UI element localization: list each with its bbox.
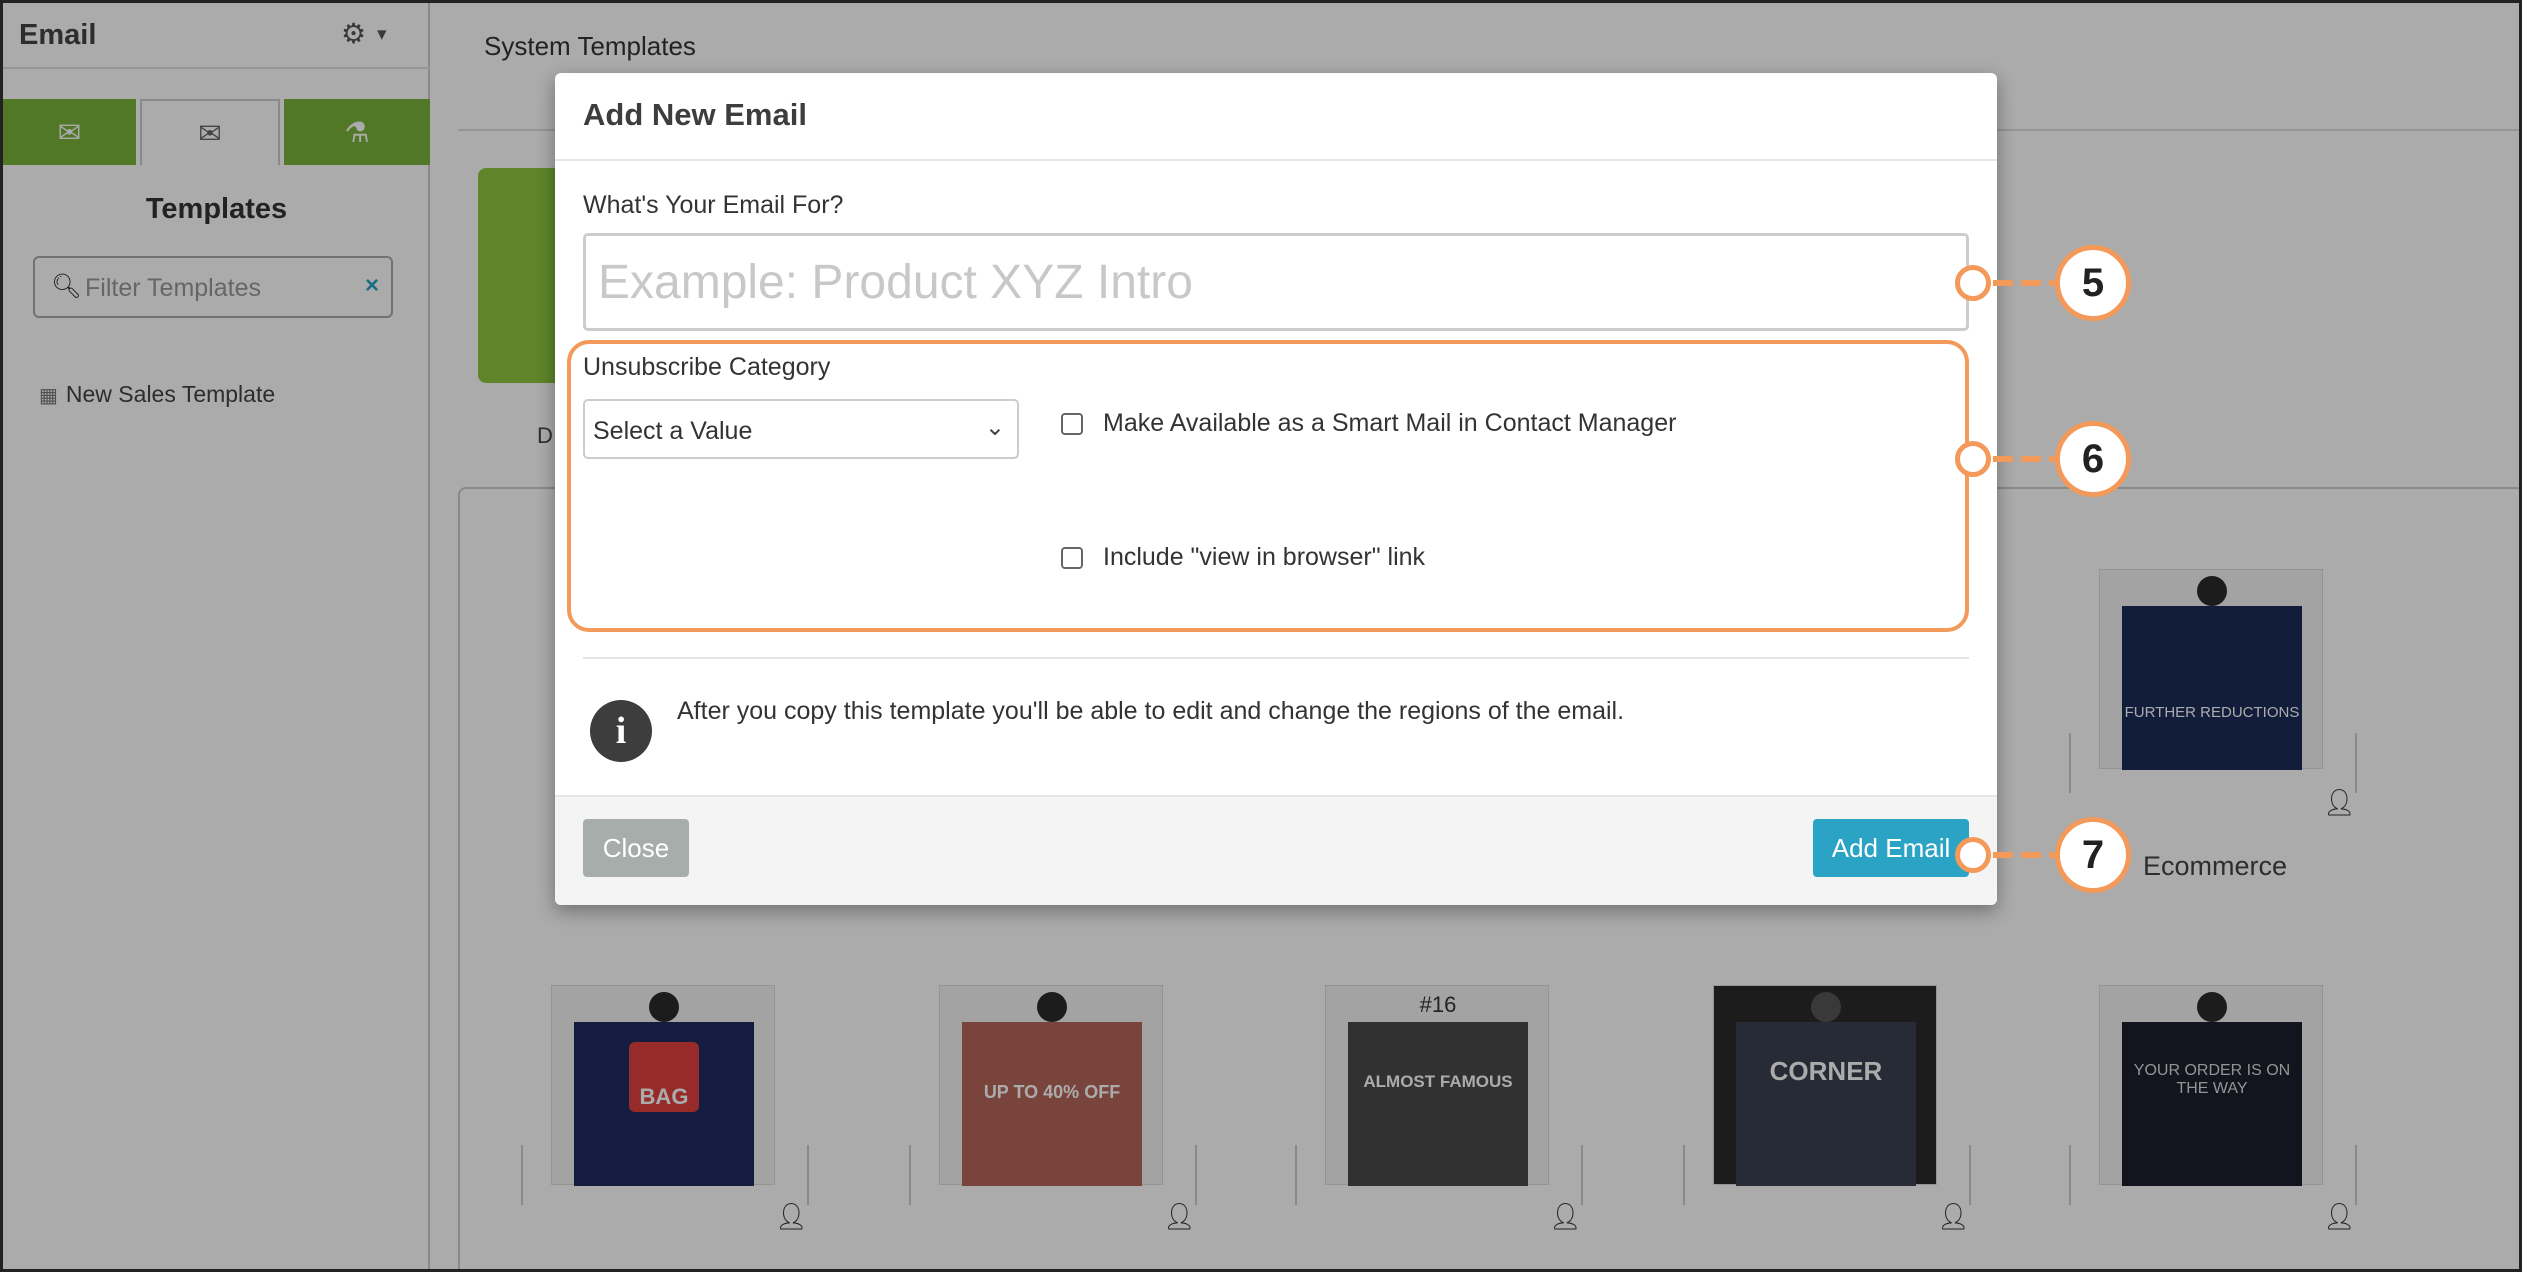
callout-connector: [1993, 852, 2055, 858]
info-icon: i: [590, 700, 652, 762]
callout-connector: [1993, 280, 2055, 286]
close-button[interactable]: Close: [583, 819, 689, 877]
modal-title: Add New Email: [583, 97, 807, 132]
divider: [555, 159, 1997, 161]
callout-dot: [1955, 837, 1991, 873]
info-text: After you copy this template you'll be a…: [677, 697, 1625, 725]
callout-dot: [1955, 441, 1991, 477]
email-for-label: What's Your Email For?: [583, 191, 844, 219]
callout-number: 6: [2055, 421, 2131, 497]
add-email-button[interactable]: Add Email: [1813, 819, 1969, 877]
callout-highlight-box: [567, 340, 1969, 632]
email-for-input[interactable]: [583, 233, 1969, 331]
callout-connector: [1993, 456, 2055, 462]
app-frame: Email ⚙ ▼ ✉ ✉ ⚗ Templates 🔍︎ × ▦New Sale…: [0, 0, 2522, 1272]
callout-dot: [1955, 265, 1991, 301]
modal-footer: [555, 795, 1997, 905]
callout-number: 7: [2055, 817, 2131, 893]
callout-number: 5: [2055, 245, 2131, 321]
divider: [583, 657, 1969, 659]
